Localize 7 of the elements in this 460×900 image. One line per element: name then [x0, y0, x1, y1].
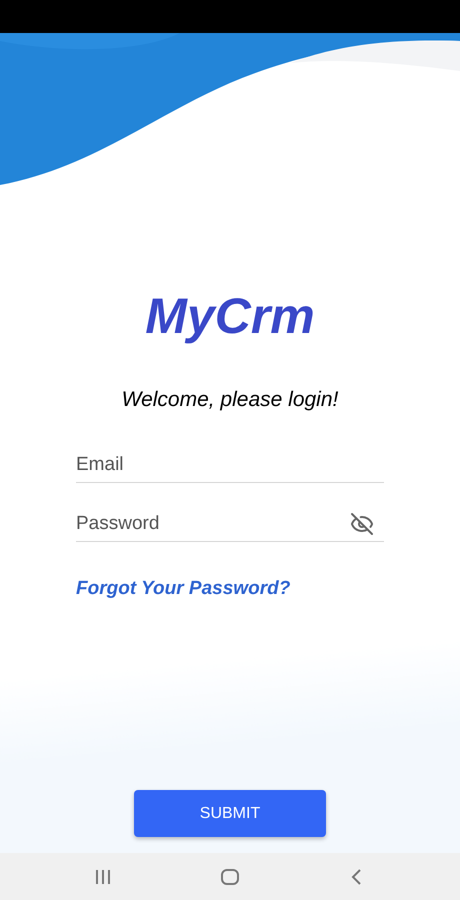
- app-logo: MyCrm: [145, 288, 315, 344]
- forgot-password-link[interactable]: Forgot Your Password?: [76, 578, 290, 600]
- welcome-text: Welcome, please login!: [122, 388, 338, 412]
- password-field[interactable]: Password: [76, 513, 350, 535]
- submit-button[interactable]: SUBMIT: [134, 790, 326, 837]
- email-field[interactable]: Email: [76, 454, 384, 476]
- eye-off-icon[interactable]: [350, 512, 374, 536]
